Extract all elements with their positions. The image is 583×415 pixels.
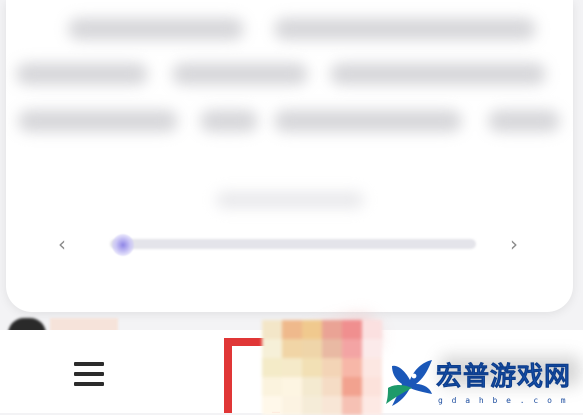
carousel-prev-button[interactable]: ‹ xyxy=(58,232,66,256)
hamburger-menu-icon[interactable] xyxy=(74,360,104,388)
pixelated-mosaic xyxy=(262,320,382,415)
blurred-text-line xyxy=(330,63,546,85)
carousel-progress-thumb[interactable] xyxy=(111,234,134,256)
watermark-subtitle: g d a h b e . c o m xyxy=(438,396,568,405)
blurred-text-line xyxy=(16,63,148,85)
carousel-progress-track[interactable] xyxy=(110,239,476,249)
blurred-text-line xyxy=(274,110,462,132)
blurred-text-line xyxy=(274,18,536,40)
site-watermark: 宏普游戏网 g d a h b e . c o m xyxy=(384,356,580,413)
bird-logo-icon xyxy=(386,360,432,406)
blurred-text-line xyxy=(68,18,244,40)
blurred-text-line xyxy=(172,63,308,85)
carousel-next-button[interactable]: › xyxy=(510,232,518,256)
watermark-title: 宏普游戏网 xyxy=(436,362,572,393)
blurred-text-line xyxy=(488,110,560,132)
blurred-content-card: ‹ › xyxy=(6,0,573,312)
blurred-caption xyxy=(216,192,364,208)
blurred-text-line xyxy=(18,110,178,132)
blurred-text-line xyxy=(200,110,258,132)
